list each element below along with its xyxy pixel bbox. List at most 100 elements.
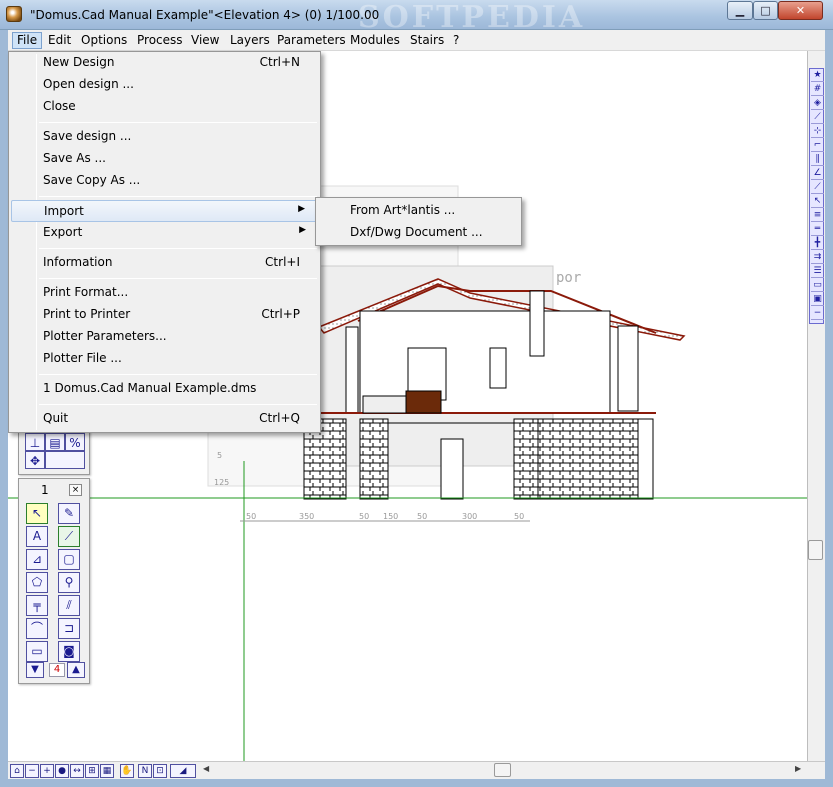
vertical-scrollbar-thumb[interactable]: [808, 540, 823, 560]
text-tool-icon[interactable]: A: [26, 526, 48, 547]
document-icon[interactable]: ▤: [45, 433, 65, 451]
palette-number: 1: [41, 483, 49, 497]
menu-item-close[interactable]: Close: [11, 96, 318, 118]
scroll-right-icon[interactable]: ▶: [795, 764, 801, 773]
menu-edit[interactable]: Edit: [44, 32, 75, 49]
menu-item-import[interactable]: Import ▶: [11, 200, 318, 222]
zoom-out-icon[interactable]: −: [25, 764, 39, 778]
menu-item-save-copy-as[interactable]: Save Copy As ...: [11, 170, 318, 192]
submenu-item-from-artlantis[interactable]: From Art*lantis ...: [318, 200, 519, 222]
cursor-icon[interactable]: ↖: [811, 195, 824, 208]
pan-hand-icon[interactable]: ✋: [120, 764, 134, 778]
dim-label: 300: [462, 512, 477, 521]
star-icon[interactable]: ★: [811, 69, 824, 82]
slope-icon[interactable]: ◢: [170, 764, 196, 778]
right-toolbar: ★ # ◈ ⟋ ⊹ ⌐ ∥ ∠ ⟋ ↖ ≡ ═ ╋ ⇉ ☰ ▭ ▣ −: [807, 51, 825, 763]
redraw-icon[interactable]: ⊡: [153, 764, 167, 778]
grid-icon[interactable]: #: [811, 83, 824, 96]
stack-icon[interactable]: ☰: [811, 265, 824, 278]
menu-parameters[interactable]: Parameters: [273, 32, 350, 49]
rectangle-icon[interactable]: ▢: [58, 549, 80, 570]
menu-item-recent-file[interactable]: 1 Domus.Cad Manual Example.dms: [11, 378, 318, 400]
menu-item-print-format[interactable]: Print Format...: [11, 282, 318, 304]
move-icon[interactable]: ✥: [25, 451, 45, 469]
menu-separator: [39, 196, 317, 197]
menu-options[interactable]: Options: [77, 32, 131, 49]
angle-icon[interactable]: ∠: [811, 167, 824, 180]
close-button[interactable]: ✕: [778, 1, 823, 20]
select-arrow-icon[interactable]: ↖: [26, 503, 48, 524]
hatch-tool-icon[interactable]: ⫽: [58, 595, 80, 616]
menu-process[interactable]: Process: [133, 32, 187, 49]
menu-view[interactable]: View: [187, 32, 223, 49]
dim-label: 150: [383, 512, 398, 521]
roof-icon[interactable]: ⌒: [26, 618, 48, 639]
north-icon[interactable]: N: [138, 764, 152, 778]
import-submenu: From Art*lantis ... Dxf/Dwg Document ...: [315, 197, 522, 246]
page-down-icon[interactable]: ▼: [26, 662, 44, 678]
hatch-icon[interactable]: ≡: [811, 209, 824, 222]
camera-icon[interactable]: ◙: [58, 641, 80, 662]
minimize-button[interactable]: ▁: [727, 1, 753, 20]
menu-item-export[interactable]: Export ▶: [11, 222, 318, 244]
node-icon[interactable]: ⊹: [811, 125, 824, 138]
line-icon[interactable]: ⟋: [811, 111, 824, 124]
frame-icon[interactable]: ▣: [811, 293, 824, 306]
horizontal-scrollbar-thumb[interactable]: [494, 763, 511, 777]
dim-label: 5: [217, 451, 222, 460]
corner-icon[interactable]: ⌐: [811, 139, 824, 152]
menu-bar: File Edit Options Process View Layers Pa…: [8, 30, 825, 51]
home-icon[interactable]: ⌂: [10, 764, 24, 778]
box-icon[interactable]: ▭: [811, 279, 824, 292]
equal-icon[interactable]: ═: [811, 223, 824, 236]
menu-item-print-to-printer[interactable]: Print to Printer Ctrl+P: [11, 304, 318, 326]
align-icon[interactable]: ⇉: [811, 251, 824, 264]
zoom-in-icon[interactable]: +: [40, 764, 54, 778]
menu-item-save-as[interactable]: Save As ...: [11, 148, 318, 170]
dim-label: 50: [359, 512, 369, 521]
dim-label: 350: [299, 512, 314, 521]
menu-file[interactable]: File: [12, 32, 43, 49]
maximize-button[interactable]: □: [753, 1, 778, 20]
app-icon[interactable]: [6, 6, 22, 22]
menu-modules[interactable]: Modules: [346, 32, 404, 49]
beam-icon[interactable]: ⊐: [58, 618, 80, 639]
grid-green-icon[interactable]: ╋: [811, 237, 824, 250]
dimension-tool-icon[interactable]: ⟋: [58, 526, 80, 547]
menu-stairs[interactable]: Stairs: [406, 32, 448, 49]
minus-icon[interactable]: −: [811, 307, 824, 320]
blank-tool[interactable]: [45, 451, 85, 469]
submenu-item-dxf-dwg[interactable]: Dxf/Dwg Document ...: [318, 222, 519, 244]
submenu-arrow-icon: ▶: [298, 204, 305, 214]
text-style-icon[interactable]: %: [65, 433, 85, 451]
pen-icon[interactable]: ✎: [58, 503, 80, 524]
menu-separator: [39, 248, 317, 249]
polygon-icon[interactable]: ⬠: [26, 572, 48, 593]
menu-item-new-design[interactable]: New Design Ctrl+N: [11, 52, 318, 74]
coordinate-icon[interactable]: ⊿: [26, 549, 48, 570]
slash-icon[interactable]: ⟋: [811, 181, 824, 194]
width-icon[interactable]: ↔: [70, 764, 84, 778]
layer-icon[interactable]: ⊥: [25, 433, 45, 451]
menu-help[interactable]: ?: [449, 32, 463, 49]
scroll-left-icon[interactable]: ◀: [203, 764, 209, 773]
wall-icon[interactable]: ╤: [26, 595, 48, 616]
menu-item-open-design[interactable]: Open design ...: [11, 74, 318, 96]
window-zoom-icon[interactable]: ⊞: [85, 764, 99, 778]
menu-item-quit[interactable]: Quit Ctrl+Q: [11, 408, 318, 430]
menu-layers[interactable]: Layers: [226, 32, 274, 49]
object-icon[interactable]: ▭: [26, 641, 48, 662]
point-icon[interactable]: ●: [55, 764, 69, 778]
parallel-icon[interactable]: ∥: [811, 153, 824, 166]
menu-item-information[interactable]: Information Ctrl+I: [11, 252, 318, 274]
menu-item-plotter-parameters[interactable]: Plotter Parameters...: [11, 326, 318, 348]
snap-icon[interactable]: ◈: [811, 97, 824, 110]
page-up-icon[interactable]: ▲: [67, 662, 85, 678]
snap-toolbar: ★ # ◈ ⟋ ⊹ ⌐ ∥ ∠ ⟋ ↖ ≡ ═ ╋ ⇉ ☰ ▭ ▣ −: [809, 68, 824, 324]
menu-item-plotter-file[interactable]: Plotter File ...: [11, 348, 318, 370]
palette-close-icon[interactable]: ×: [69, 484, 82, 496]
grid-toggle-icon[interactable]: ▦: [100, 764, 114, 778]
layer-palette: ⊥ ▤ % ✥: [18, 430, 90, 475]
magnifier-icon[interactable]: ⚲: [58, 572, 80, 593]
menu-item-save-design[interactable]: Save design ...: [11, 126, 318, 148]
